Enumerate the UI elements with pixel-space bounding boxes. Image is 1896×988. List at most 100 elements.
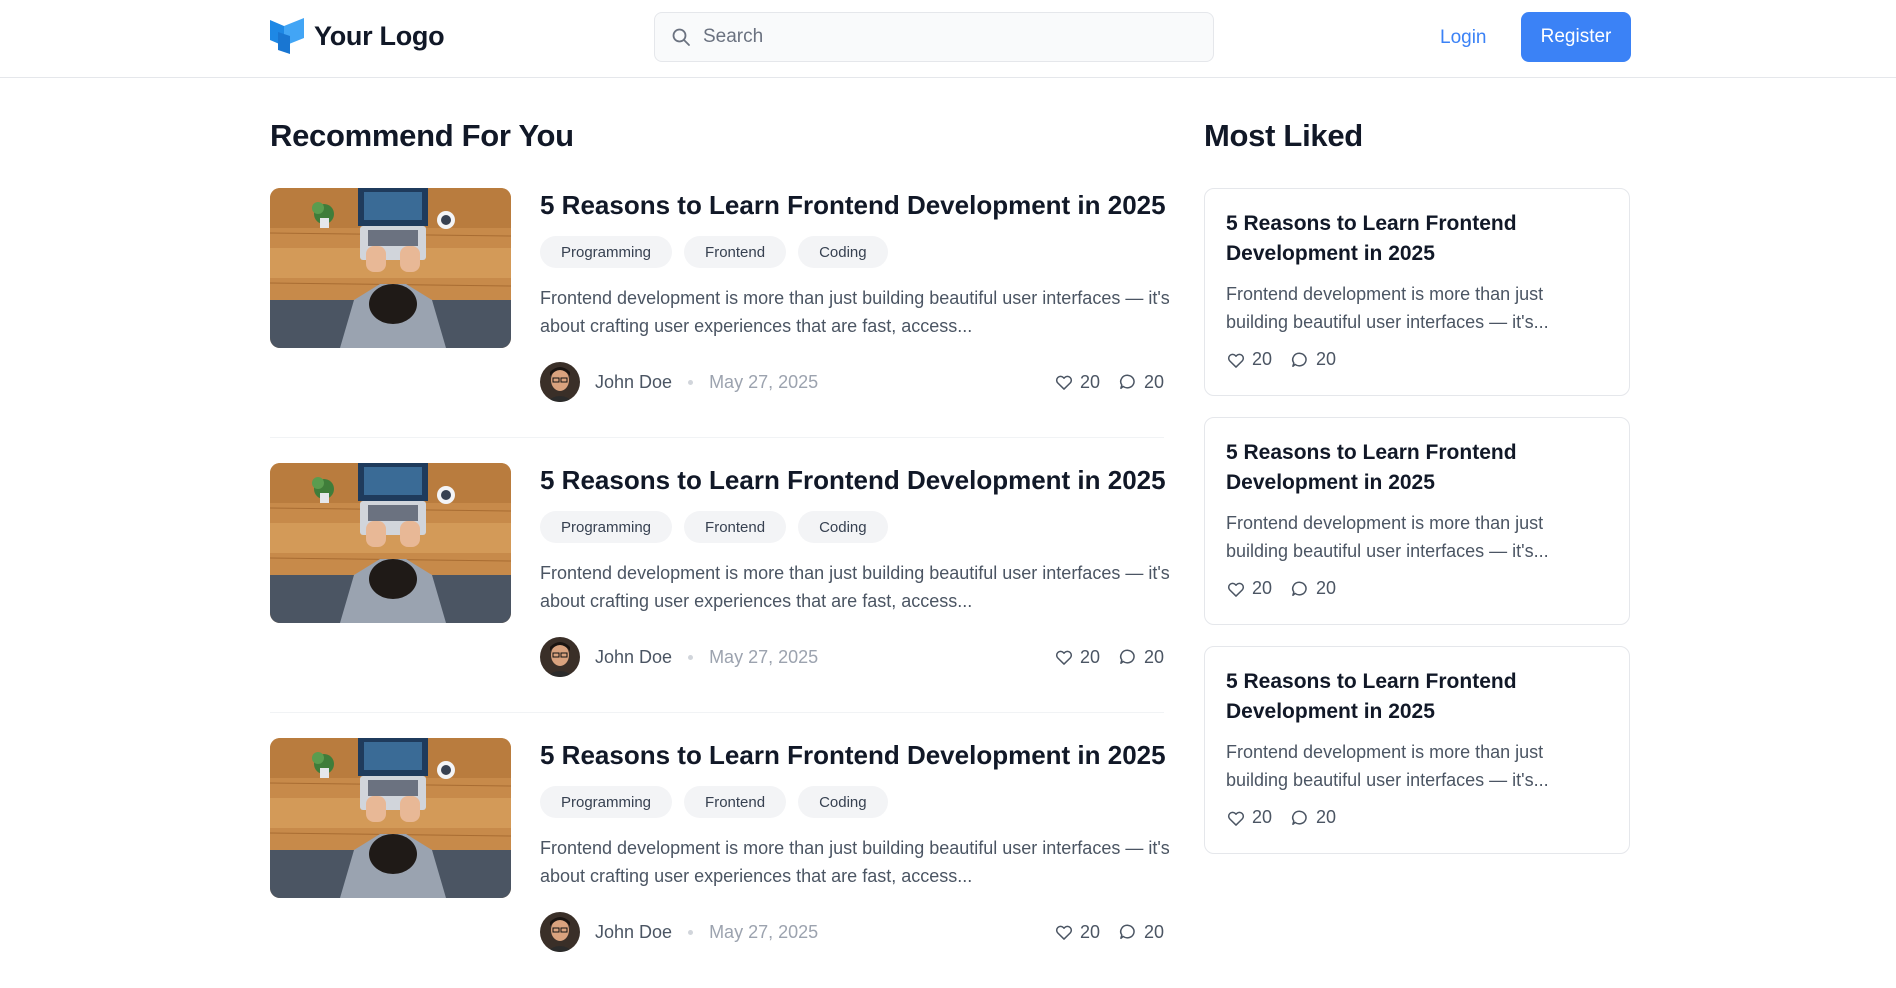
article-tags: Programming Frontend Coding (540, 511, 888, 543)
heart-icon (1055, 925, 1072, 940)
comment-count: 20 (1316, 349, 1337, 369)
tag-chip[interactable]: Frontend (684, 786, 787, 818)
like-count: 20 (1252, 578, 1273, 598)
tag-chip[interactable]: Programming (540, 786, 673, 818)
tag-chip[interactable]: Frontend (684, 511, 787, 543)
heart-icon (1055, 375, 1072, 390)
article-title[interactable]: 5 Reasons to Learn Frontend Development … (540, 465, 1166, 496)
most-liked-card[interactable]: 5 Reasons to Learn Frontend Development … (1204, 417, 1630, 625)
card-stats: 20 20 (1226, 349, 1336, 370)
logo-text: Your Logo (314, 20, 445, 51)
recommend-section-title: Recommend For You (270, 118, 574, 153)
card-title[interactable]: 5 Reasons to Learn Frontend Development … (1226, 209, 1606, 269)
like-button[interactable]: 20 (1054, 922, 1100, 943)
article-meta: John Doe May 27, 2025 20 20 (540, 637, 1164, 677)
author-name[interactable]: John Doe (595, 372, 672, 393)
article-excerpt: Frontend development is more than just b… (540, 288, 1170, 336)
like-count: 20 (1079, 921, 1100, 942)
comment-button[interactable]: 20 (1290, 349, 1336, 370)
logo-icon (270, 18, 304, 54)
article-item[interactable]: 5 Reasons to Learn Frontend Development … (270, 738, 1170, 988)
like-button[interactable]: 20 (1054, 372, 1100, 393)
avatar[interactable] (540, 912, 580, 952)
comment-icon (1292, 810, 1307, 825)
card-stats: 20 20 (1226, 578, 1336, 599)
most-liked-card[interactable]: 5 Reasons to Learn Frontend Development … (1204, 188, 1630, 396)
article-thumbnail[interactable] (270, 738, 511, 898)
article-stats: 20 20 (1054, 922, 1164, 943)
like-button[interactable]: 20 (1054, 647, 1100, 668)
article-title[interactable]: 5 Reasons to Learn Frontend Development … (540, 190, 1166, 221)
comment-count: 20 (1143, 371, 1164, 392)
search-icon (672, 28, 690, 46)
card-title[interactable]: 5 Reasons to Learn Frontend Development … (1226, 438, 1606, 498)
publish-date: May 27, 2025 (709, 921, 819, 942)
comment-button[interactable]: 20 (1290, 807, 1336, 828)
article-item[interactable]: 5 Reasons to Learn Frontend Development … (270, 463, 1170, 713)
comment-button[interactable]: 20 (1118, 647, 1164, 668)
top-navbar: Your Logo Login Register (0, 0, 1896, 78)
heart-icon (1055, 650, 1072, 665)
author-name[interactable]: John Doe (595, 647, 672, 668)
article-thumbnail[interactable] (270, 188, 511, 348)
register-button[interactable]: Register (1521, 12, 1631, 62)
like-count: 20 (1252, 349, 1273, 369)
comment-icon (1292, 352, 1307, 367)
card-excerpt: Frontend development is more than just b… (1226, 742, 1549, 790)
like-button[interactable]: 20 (1226, 578, 1272, 599)
article-stats: 20 20 (1054, 647, 1164, 668)
separator-dot (688, 929, 694, 935)
comment-icon (1119, 649, 1135, 664)
article-tags: Programming Frontend Coding (540, 786, 888, 818)
tag-chip[interactable]: Coding (798, 786, 888, 818)
article-meta: John Doe May 27, 2025 20 20 (540, 362, 1164, 402)
article-stats: 20 20 (1054, 372, 1164, 393)
tag-chip[interactable]: Coding (798, 511, 888, 543)
tag-chip[interactable]: Coding (798, 236, 888, 268)
comment-button[interactable]: 20 (1118, 372, 1164, 393)
article-tags: Programming Frontend Coding (540, 236, 888, 268)
like-button[interactable]: 20 (1226, 807, 1272, 828)
heart-icon (1227, 353, 1245, 368)
publish-date: May 27, 2025 (709, 371, 819, 392)
article-excerpt: Frontend development is more than just b… (540, 838, 1170, 886)
like-count: 20 (1252, 807, 1273, 827)
avatar[interactable] (540, 637, 580, 677)
login-button[interactable]: Login (1420, 14, 1507, 62)
avatar[interactable] (540, 362, 580, 402)
tag-chip[interactable]: Frontend (684, 236, 787, 268)
card-excerpt: Frontend development is more than just b… (1226, 513, 1549, 561)
comment-icon (1119, 374, 1135, 389)
comment-count: 20 (1316, 807, 1337, 827)
comment-count: 20 (1143, 921, 1164, 942)
card-title[interactable]: 5 Reasons to Learn Frontend Development … (1226, 667, 1606, 727)
card-excerpt: Frontend development is more than just b… (1226, 284, 1549, 332)
search-input[interactable] (703, 26, 1183, 48)
tag-chip[interactable]: Programming (540, 511, 673, 543)
author-name[interactable]: John Doe (595, 922, 672, 943)
article-thumbnail[interactable] (270, 463, 511, 623)
like-button[interactable]: 20 (1226, 349, 1272, 370)
comment-button[interactable]: 20 (1290, 578, 1336, 599)
like-count: 20 (1079, 646, 1100, 667)
comment-count: 20 (1143, 646, 1164, 667)
like-count: 20 (1079, 371, 1100, 392)
article-excerpt: Frontend development is more than just b… (540, 563, 1170, 611)
comment-button[interactable]: 20 (1118, 922, 1164, 943)
most-liked-card[interactable]: 5 Reasons to Learn Frontend Development … (1204, 646, 1630, 854)
article-item[interactable]: 5 Reasons to Learn Frontend Development … (270, 188, 1170, 438)
heart-icon (1227, 582, 1245, 597)
separator-dot (688, 379, 694, 385)
most-liked-section-title: Most Liked (1204, 118, 1363, 153)
article-meta: John Doe May 27, 2025 20 20 (540, 912, 1164, 952)
separator-dot (688, 654, 694, 660)
comment-count: 20 (1316, 578, 1337, 598)
logo[interactable]: Your Logo (270, 18, 445, 54)
card-stats: 20 20 (1226, 807, 1336, 828)
comment-icon (1119, 924, 1135, 939)
search-box[interactable] (654, 12, 1214, 62)
tag-chip[interactable]: Programming (540, 236, 673, 268)
comment-icon (1292, 581, 1307, 596)
article-title[interactable]: 5 Reasons to Learn Frontend Development … (540, 740, 1166, 771)
publish-date: May 27, 2025 (709, 646, 819, 667)
